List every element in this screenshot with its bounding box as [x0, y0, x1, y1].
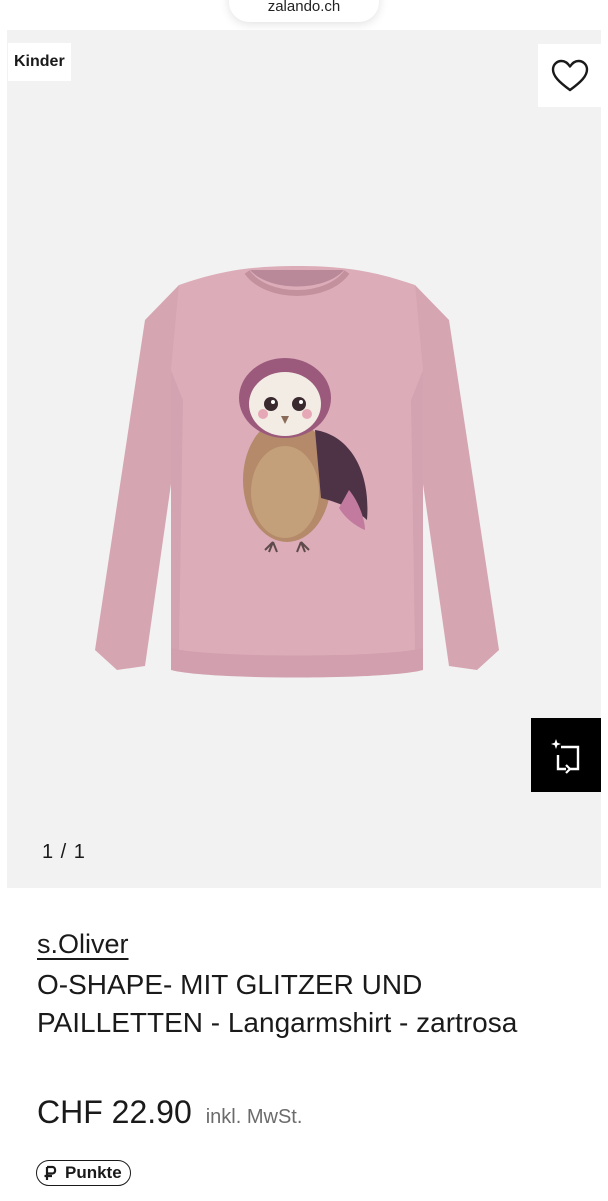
points-badge[interactable]: Punkte	[36, 1160, 131, 1186]
find-similar-icon	[551, 739, 580, 774]
product-image[interactable]	[87, 230, 507, 690]
vat-note: inkl. MwSt.	[205, 1106, 303, 1128]
product-gallery[interactable]: Kinder 1 / 1	[7, 30, 601, 888]
product-title: O-SHAPE- MIT GLITZER UND PAILLETTEN - La…	[37, 969, 518, 1038]
heart-icon	[551, 59, 588, 91]
p-points-icon	[43, 1165, 59, 1181]
price-row: CHF 22.90 inkl. MwSt.	[37, 1094, 302, 1131]
kinder-badge: Kinder	[8, 43, 71, 81]
url-bar[interactable]: zalando.ch	[229, 0, 379, 22]
price: CHF 22.90	[37, 1094, 192, 1130]
image-pager: 1 / 1	[42, 841, 86, 863]
url-text: zalando.ch	[267, 0, 341, 15]
points-label: Punkte	[65, 1163, 122, 1182]
product-page: zalando.ch Kinder 1 / 1 s.Oliver O-SHAPE…	[0, 0, 608, 1201]
wishlist-button[interactable]	[538, 44, 601, 107]
find-similar-button[interactable]	[531, 718, 601, 792]
brand-link[interactable]: s.Oliver	[37, 929, 129, 960]
